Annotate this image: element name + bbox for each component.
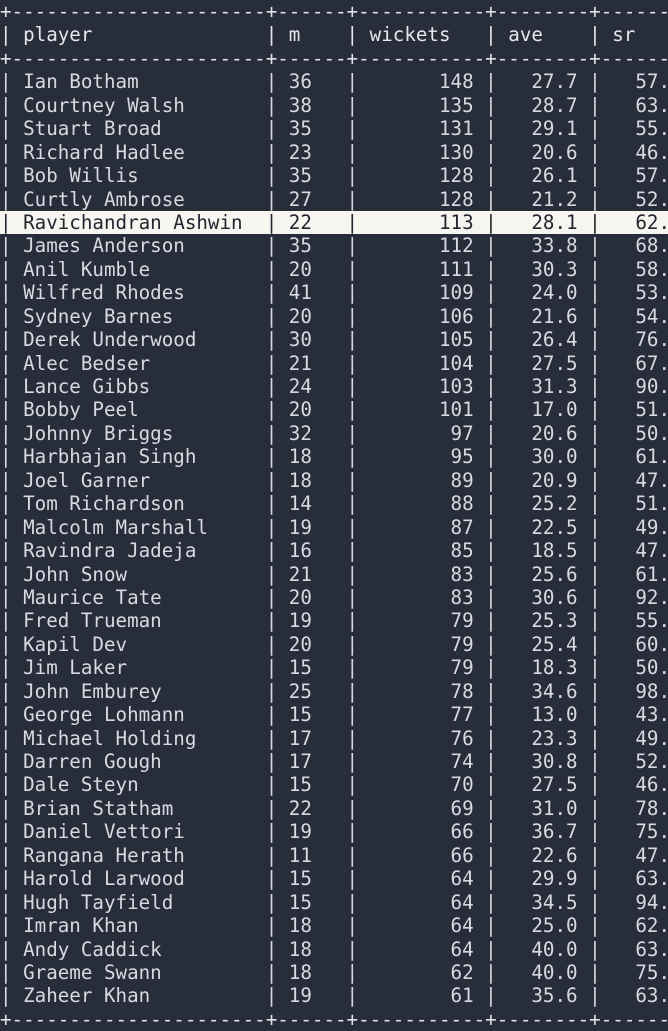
table-row[interactable]: | Wilfred Rhodes | 41 | 109 | 24.0 | 53.… — [0, 281, 668, 304]
table-row[interactable]: | Harold Larwood | 15 | 64 | 29.9 | 63.3… — [0, 867, 668, 890]
table-row[interactable]: | John Emburey | 25 | 78 | 34.6 | 98.1 | — [0, 680, 668, 703]
table-row[interactable]: | John Snow | 21 | 83 | 25.6 | 61.1 | — [0, 563, 668, 586]
table-row-selected[interactable]: | Ravichandran Ashwin | 22 | 113 | 28.1 … — [0, 210, 668, 235]
table-border-bottom: +----------------------+------+---------… — [0, 1007, 668, 1031]
table-row[interactable]: | Joel Garner | 18 | 89 | 20.9 | 47.1 | — [0, 469, 668, 492]
table-row[interactable]: | Curtly Ambrose | 27 | 128 | 21.2 | 52.… — [0, 188, 668, 211]
table-row[interactable]: | Daniel Vettori | 19 | 66 | 36.7 | 75.6… — [0, 820, 668, 843]
table-header-row: | player | m | wickets | ave | sr | — [0, 23, 668, 47]
table-row[interactable]: | Bob Willis | 35 | 128 | 26.1 | 57.0 | — [0, 164, 668, 187]
table-row[interactable]: | Darren Gough | 17 | 74 | 30.8 | 52.8 | — [0, 750, 668, 773]
table-row[interactable]: | Fred Trueman | 19 | 79 | 25.3 | 55.2 | — [0, 609, 668, 632]
table-row[interactable]: | Tom Richardson | 14 | 88 | 25.2 | 51.1… — [0, 492, 668, 515]
table-row[interactable]: | Andy Caddick | 18 | 64 | 40.0 | 63.9 | — [0, 938, 668, 961]
table-row[interactable]: | Maurice Tate | 20 | 83 | 30.6 | 92.6 | — [0, 586, 668, 609]
table-row[interactable]: | James Anderson | 35 | 112 | 33.8 | 68.… — [0, 234, 668, 257]
table-row[interactable]: | Richard Hadlee | 23 | 130 | 20.6 | 46.… — [0, 141, 668, 164]
table-row[interactable]: | Rangana Herath | 11 | 66 | 22.6 | 47.5… — [0, 844, 668, 867]
table-row[interactable]: | Derek Underwood | 30 | 105 | 26.4 | 76… — [0, 328, 668, 351]
table-row[interactable]: | Michael Holding | 17 | 76 | 23.3 | 49.… — [0, 727, 668, 750]
table-row[interactable]: | Dale Steyn | 15 | 70 | 27.5 | 46.3 | — [0, 773, 668, 796]
table-row[interactable]: | Kapil Dev | 20 | 79 | 25.4 | 60.1 | — [0, 633, 668, 656]
table-row[interactable]: | Brian Statham | 22 | 69 | 31.0 | 78.3 … — [0, 797, 668, 820]
table-row[interactable]: | Malcolm Marshall | 19 | 87 | 22.5 | 49… — [0, 516, 668, 539]
table-row[interactable]: | Hugh Tayfield | 15 | 64 | 34.5 | 94.2 … — [0, 891, 668, 914]
table-row[interactable]: | Anil Kumble | 20 | 111 | 30.3 | 58.7 | — [0, 258, 668, 281]
table-row[interactable]: | George Lohmann | 15 | 77 | 13.0 | 43.0… — [0, 703, 668, 726]
table-row[interactable]: | Sydney Barnes | 20 | 106 | 21.6 | 54.2… — [0, 305, 668, 328]
table-border-top: +----------------------+------+---------… — [0, 0, 668, 23]
table-row[interactable]: | Jim Laker | 15 | 79 | 18.3 | 50.8 | — [0, 656, 668, 679]
table-border-header: +----------------------+------+---------… — [0, 46, 668, 70]
table-row[interactable]: | Johnny Briggs | 32 | 97 | 20.6 | 50.9 … — [0, 422, 668, 445]
terminal-output: +----------------------+------+---------… — [0, 0, 668, 1031]
table-row[interactable]: | Imran Khan | 18 | 64 | 25.0 | 62.4 | — [0, 914, 668, 937]
table-row[interactable]: | Lance Gibbs | 24 | 103 | 31.3 | 90.9 | — [0, 375, 668, 398]
table-row[interactable]: | Alec Bedser | 21 | 104 | 27.5 | 67.9 | — [0, 352, 668, 375]
table-row[interactable]: | Graeme Swann | 18 | 62 | 40.0 | 75.5 | — [0, 961, 668, 984]
ascii-table: +----------------------+------+---------… — [0, 0, 668, 1031]
table-row[interactable]: | Zaheer Khan | 19 | 61 | 35.6 | 63.2 | — [0, 984, 668, 1007]
table-row[interactable]: | Courtney Walsh | 38 | 135 | 28.7 | 63.… — [0, 94, 668, 117]
table-row[interactable]: | Bobby Peel | 20 | 101 | 17.0 | 51.6 | — [0, 398, 668, 421]
table-row[interactable]: | Ian Botham | 36 | 148 | 27.7 | 57.3 | — [0, 70, 668, 93]
table-row[interactable]: | Ravindra Jadeja | 16 | 85 | 18.5 | 47.… — [0, 539, 668, 562]
table-row[interactable]: | Stuart Broad | 35 | 131 | 29.1 | 55.1 … — [0, 117, 668, 140]
table-row[interactable]: | Harbhajan Singh | 18 | 95 | 30.0 | 61.… — [0, 445, 668, 468]
